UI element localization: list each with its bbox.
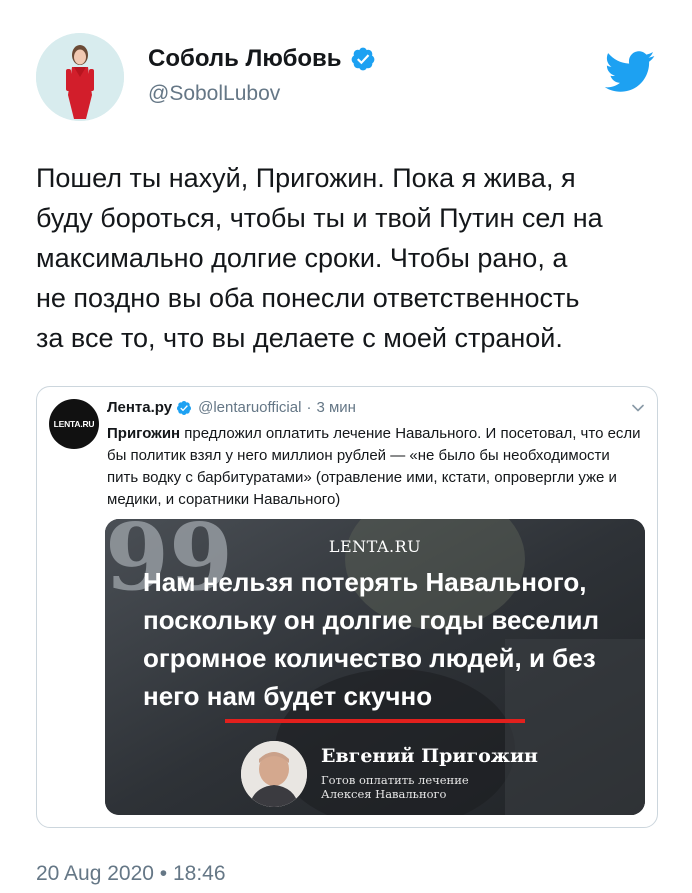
red-divider [225, 719, 525, 723]
author-name[interactable]: Соболь Любовь [148, 45, 342, 73]
separator-dot: · [306, 399, 312, 416]
tweet-header: Соболь Любовь @SobolLubov [36, 33, 656, 123]
quoted-avatar[interactable]: LENTA.RU [49, 399, 99, 449]
tweet-timestamp[interactable]: 20 Aug 2020 • 18:46 [36, 862, 226, 886]
image-caption: Готов оплатить лечение Алексея Навальног… [321, 773, 469, 801]
quoted-author-handle[interactable]: @lentaruofficial [198, 399, 301, 416]
twitter-bird-icon[interactable] [604, 51, 656, 93]
verified-badge-icon [351, 47, 374, 71]
quoted-time[interactable]: 3 мин [316, 399, 356, 416]
name-row: Соболь Любовь [148, 45, 376, 73]
quoted-text-rest: предложил оплатить лечение Навального. И… [107, 425, 641, 508]
chevron-down-icon[interactable] [631, 401, 645, 415]
author-avatar[interactable] [36, 33, 124, 121]
image-author-name: Евгений Пригожин [321, 745, 538, 767]
quoted-text: Пригожин предложил оплатить лечение Нава… [107, 423, 645, 511]
verified-badge-icon [177, 400, 192, 415]
quoted-header: Лента.ру @lentaruofficial · 3 мин [107, 399, 356, 416]
quoted-text-bold: Пригожин [107, 425, 181, 442]
quoted-author-name[interactable]: Лента.ру [107, 399, 172, 416]
quoted-tweet[interactable]: LENTA.RU Лента.ру @lentaruofficial · 3 м… [36, 386, 658, 828]
image-logo: LENTA.RU [328, 537, 422, 556]
quoted-image[interactable]: 99 LENTA.RU Нам нельзя потерять Навально… [105, 519, 645, 815]
quoted-avatar-text: LENTA.RU [53, 419, 95, 429]
image-quote-text: Нам нельзя потерять Навального, поскольк… [143, 567, 600, 711]
prigozhin-portrait [241, 741, 307, 807]
author-handle[interactable]: @SobolLubov [148, 82, 280, 106]
tweet-text: Пошел ты нахуй, Пригожин. Пока я жива, я… [36, 163, 603, 353]
